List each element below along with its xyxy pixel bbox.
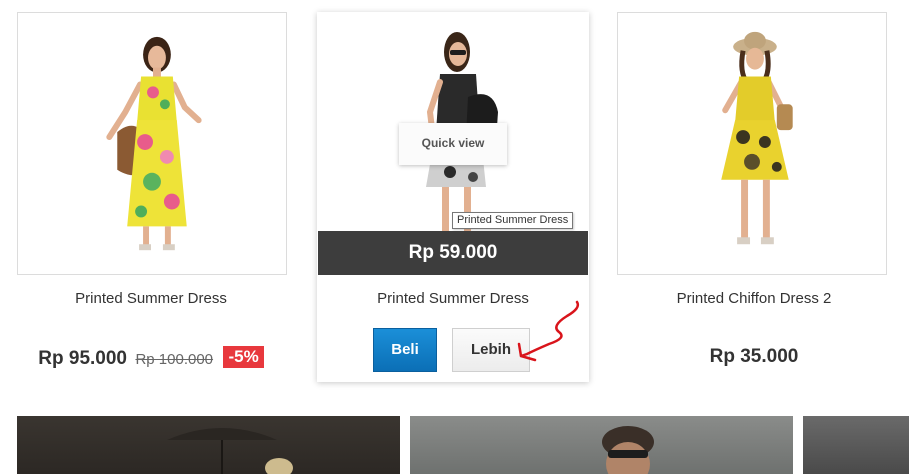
man-sunglasses-image bbox=[602, 426, 654, 474]
product-price: Rp 35.000 bbox=[709, 346, 799, 367]
model-yellow-floral-maxi-dress-image bbox=[106, 36, 202, 251]
model-chiffon-dress-hat-image bbox=[721, 31, 793, 245]
quick-view-button[interactable]: Quick view bbox=[399, 123, 507, 165]
product-price-bar: Rp 59.000 bbox=[318, 231, 588, 275]
buy-button[interactable]: Beli bbox=[373, 328, 437, 372]
product-card-3[interactable]: Printed Chiffon Dress 2 Rp 35.000 bbox=[604, 0, 904, 395]
banner-image-man-sunglasses[interactable] bbox=[410, 416, 793, 474]
old-price: Rp 100.000 bbox=[135, 351, 214, 368]
umbrella-figure-image bbox=[167, 428, 293, 474]
price-row: Rp 95.000 Rp 100.000 -5% bbox=[0, 346, 302, 370]
product-name[interactable]: Printed Chiffon Dress 2 bbox=[604, 290, 904, 307]
product-name-tooltip: Printed Summer Dress bbox=[452, 212, 574, 229]
banner-image-3[interactable] bbox=[803, 416, 909, 474]
product-card-1[interactable]: Printed Summer Dress Rp 95.000 Rp 100.00… bbox=[0, 0, 302, 395]
product-image-1[interactable] bbox=[17, 12, 287, 275]
product-image-3[interactable] bbox=[617, 12, 887, 275]
price-row: Rp 35.000 bbox=[604, 346, 904, 368]
product-price: Rp 95.000 bbox=[38, 348, 127, 369]
annotation-arrow-icon bbox=[517, 300, 580, 362]
discount-badge: -5% bbox=[223, 346, 264, 368]
banner-image-rain-umbrella[interactable] bbox=[17, 416, 400, 474]
product-name[interactable]: Printed Summer Dress bbox=[0, 290, 302, 307]
